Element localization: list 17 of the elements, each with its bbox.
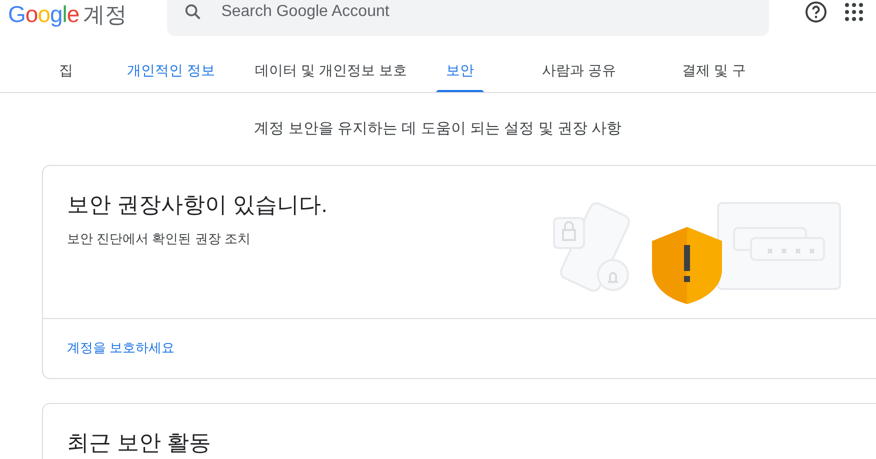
google-logo[interactable]: Google	[8, 1, 80, 27]
nav-tab[interactable]: 보안	[436, 48, 484, 92]
page-subtitle: 계정 보안을 유지하는 데 도움이 되는 설정 및 권장 사항	[253, 119, 623, 139]
nav-tab[interactable]: 개인적인 정보	[117, 48, 225, 92]
apps-grid-icon[interactable]	[844, 2, 864, 22]
nav-tab[interactable]: 결제 및 구	[672, 48, 756, 92]
nav-tab[interactable]: 데이터 및 개인정보 보호	[245, 48, 417, 92]
search-input[interactable]: Search Google Account	[219, 0, 754, 25]
product-name: 계정	[83, 2, 128, 28]
card-title: 최근 보안 활동	[67, 428, 212, 456]
card-description: 보안 진단에서 확인된 권장 조치	[67, 230, 252, 248]
protect-account-link[interactable]: 계정을 보호하세요	[67, 340, 175, 354]
search-field[interactable]: Search Google Account	[167, 0, 770, 36]
card-title: 보안 권장사항이 있습니다.	[67, 190, 328, 218]
nav-tab[interactable]: 집	[49, 48, 83, 92]
nav-tab[interactable]: 사람과 공유	[532, 48, 626, 92]
help-icon[interactable]	[804, 0, 828, 24]
